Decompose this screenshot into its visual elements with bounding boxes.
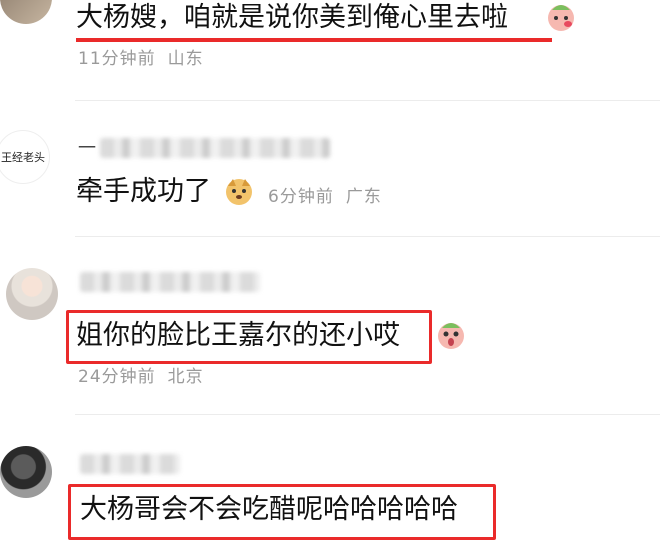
comment-item[interactable]: 王经老头 一 牵手成功了 6分钟前 广东 — [0, 120, 660, 230]
avatar[interactable] — [6, 268, 58, 320]
username-blurred — [100, 138, 330, 158]
blushing-face-icon — [548, 5, 574, 31]
comment-time: 24分钟前 — [78, 367, 156, 387]
avatar[interactable] — [0, 0, 52, 24]
comment-location: 山东 — [167, 49, 204, 69]
username[interactable]: 一 — [78, 134, 96, 160]
comment-text: 大杨嫂，咱就是说你美到俺心里去啦 — [76, 2, 508, 33]
comment-text: 大杨哥会不会吃醋呢哈哈哈哈哈 — [80, 494, 458, 525]
highlight-underline — [76, 38, 552, 42]
comment-item[interactable]: 大杨哥会不会吃醋呢哈哈哈哈哈 — [0, 432, 660, 546]
avatar[interactable] — [0, 446, 52, 498]
comment-meta: 11分钟前 山东 — [78, 44, 216, 69]
comment-text: 姐你的脸比王嘉尔的还小哎 — [76, 320, 400, 351]
comment-location: 北京 — [167, 367, 204, 387]
divider — [75, 236, 660, 237]
comment-location: 广东 — [345, 187, 382, 207]
comment-meta: 24分钟前 北京 — [78, 362, 216, 387]
comment-text: 牵手成功了 — [76, 176, 211, 207]
divider — [75, 414, 660, 415]
divider — [75, 100, 660, 101]
comment-item[interactable]: 姐你的脸比王嘉尔的还小哎 24分钟前 北京 — [0, 256, 660, 387]
username-blurred — [80, 454, 180, 474]
comment-time: 6分钟前 — [268, 187, 334, 207]
comment-time: 11分钟前 — [78, 49, 156, 69]
comment-item[interactable]: 大杨嫂，咱就是说你美到俺心里去啦 11分钟前 山东 — [0, 0, 660, 108]
avatar-label: 王经老头 — [1, 151, 45, 164]
comment-meta: 6分钟前 广东 — [268, 182, 394, 207]
avatar[interactable]: 王经老头 — [0, 130, 50, 184]
dog-face-icon — [226, 179, 252, 205]
username-blurred — [80, 272, 260, 292]
shocked-face-icon — [438, 323, 464, 349]
